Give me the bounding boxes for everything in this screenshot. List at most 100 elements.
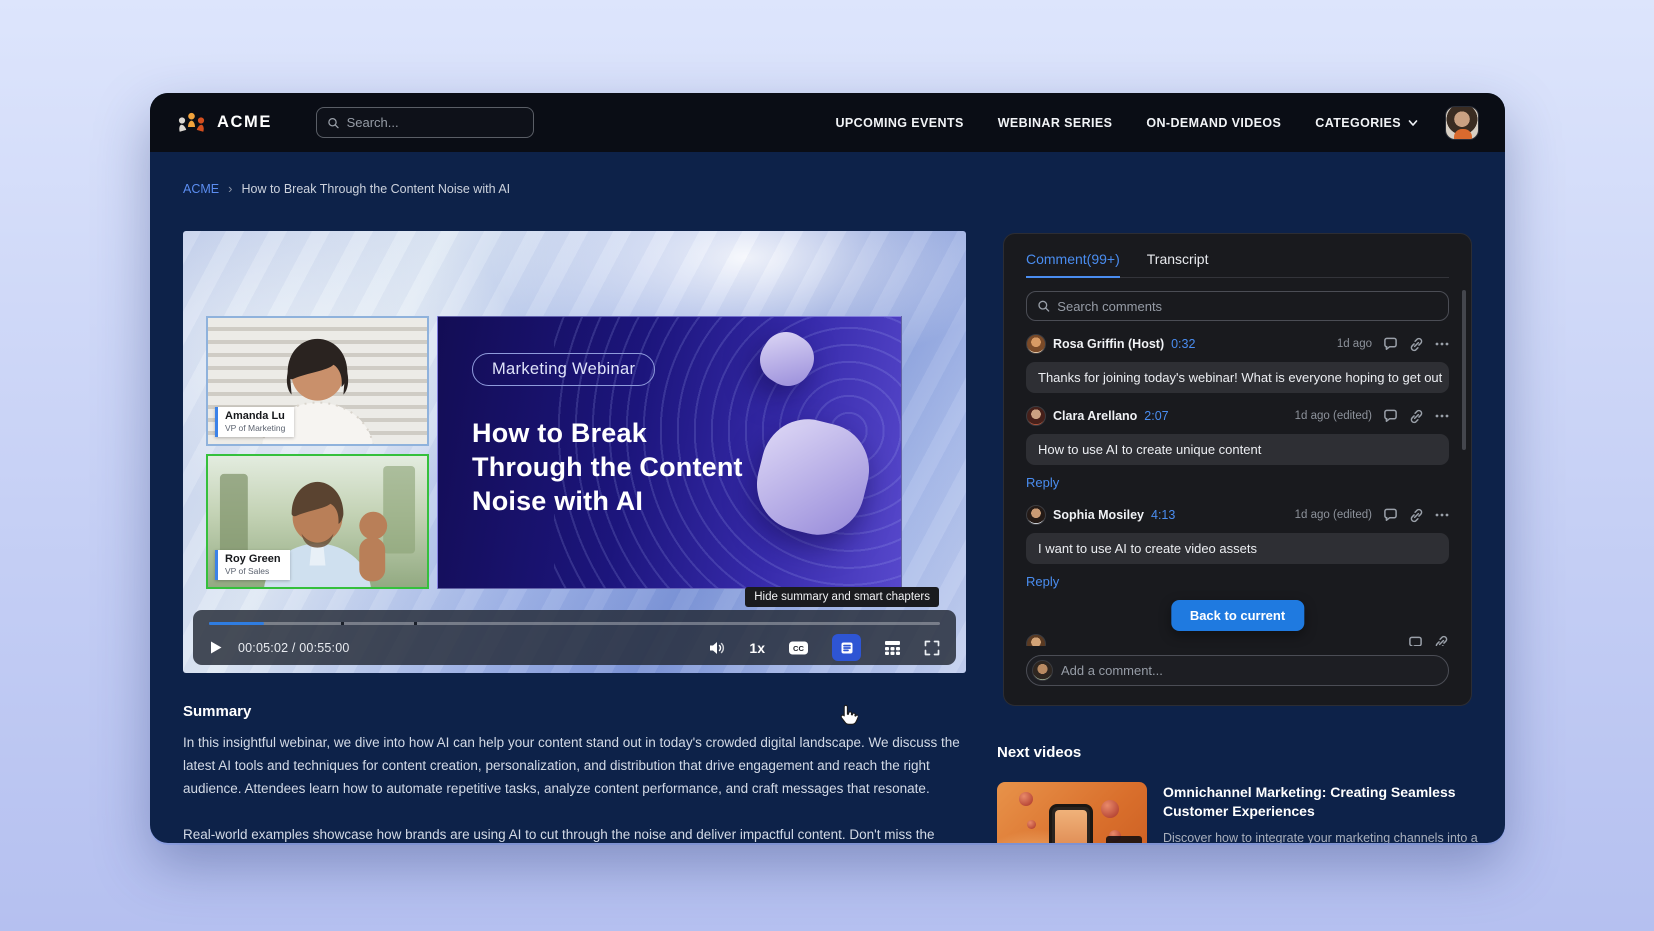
cc-label: CC bbox=[793, 644, 804, 653]
progress-bar[interactable] bbox=[209, 622, 940, 625]
speaker-nametag: Amanda Lu VP of Marketing bbox=[215, 407, 294, 437]
comments-search-input[interactable] bbox=[1057, 299, 1438, 314]
thumbnail-decoration bbox=[1019, 792, 1033, 806]
nav-link-on-demand-videos[interactable]: ON-DEMAND VIDEOS bbox=[1146, 116, 1281, 130]
content-area: ACME › How to Break Through the Content … bbox=[150, 152, 1505, 843]
breadcrumb: ACME › How to Break Through the Content … bbox=[183, 181, 510, 196]
summary-paragraph: Real-world examples showcase how brands … bbox=[183, 823, 983, 843]
grid-icon bbox=[884, 640, 901, 655]
back-to-current-button[interactable]: Back to current bbox=[1171, 600, 1304, 631]
comments-panel: Comment(99+) Transcript Rosa Griffin (Ho… bbox=[1003, 233, 1472, 706]
copy-link-icon bbox=[1434, 635, 1449, 646]
chapters-grid-button[interactable] bbox=[884, 640, 901, 655]
navbar-search[interactable] bbox=[316, 107, 534, 138]
navbar: ACME UPCOMING EVENTS WEBINAR SERIES ON-D… bbox=[150, 93, 1505, 152]
captions-button[interactable]: CC bbox=[788, 640, 809, 656]
comment-author: Sophia Mosiley bbox=[1053, 508, 1144, 522]
chapter-marker bbox=[414, 622, 417, 625]
comments-scrollbar[interactable] bbox=[1462, 290, 1466, 450]
comment-item: Clara Arellano 2:07 1d ago (edited) How … bbox=[1026, 406, 1449, 492]
player-tooltip: Hide summary and smart chapters bbox=[745, 587, 939, 607]
copy-link-icon[interactable] bbox=[1409, 508, 1424, 523]
avatar bbox=[1026, 406, 1046, 426]
speaker-name: Amanda Lu bbox=[225, 410, 285, 423]
avatar bbox=[1026, 634, 1046, 646]
comment-timestamp-link[interactable]: 2:07 bbox=[1144, 409, 1168, 423]
summary-paragraph: In this insightful webinar, we dive into… bbox=[183, 731, 983, 800]
comment-timestamp-link[interactable]: 4:13 bbox=[1151, 508, 1175, 522]
next-video-thumbnail[interactable] bbox=[997, 782, 1147, 843]
avatar bbox=[1026, 334, 1046, 354]
comment-composer[interactable] bbox=[1026, 655, 1449, 686]
panel-tabs: Comment(99+) Transcript bbox=[1026, 234, 1449, 278]
speaker-name: Roy Green bbox=[225, 553, 281, 566]
comment-timestamp-link[interactable]: 0:32 bbox=[1171, 337, 1195, 351]
player-controls: 00:05:02 / 00:55:00 1x bbox=[193, 610, 956, 665]
fullscreen-button[interactable] bbox=[924, 640, 940, 656]
comment-input[interactable] bbox=[1061, 663, 1436, 678]
comments-search[interactable] bbox=[1026, 291, 1449, 321]
speaker-role: VP of Sales bbox=[225, 566, 281, 576]
next-video-item[interactable]: Omnichannel Marketing: Creating Seamless… bbox=[997, 782, 1497, 843]
more-options-icon[interactable] bbox=[1435, 414, 1449, 418]
comment-item: Rosa Griffin (Host) 0:32 1d ago Thanks f… bbox=[1026, 334, 1449, 393]
avatar bbox=[1026, 505, 1046, 525]
reply-button[interactable]: Reply bbox=[1026, 475, 1059, 490]
page: ACME UPCOMING EVENTS WEBINAR SERIES ON-D… bbox=[0, 0, 1654, 931]
thumbnail-decoration bbox=[1101, 800, 1119, 818]
thumbnail-decoration bbox=[1027, 820, 1036, 829]
tab-transcript[interactable]: Transcript bbox=[1147, 251, 1209, 277]
more-options-icon[interactable] bbox=[1435, 342, 1449, 346]
comment-text: How to use AI to create unique content bbox=[1026, 434, 1449, 465]
volume-button[interactable] bbox=[708, 640, 726, 656]
avatar bbox=[1032, 660, 1053, 681]
reply-bubble-icon[interactable] bbox=[1383, 508, 1398, 522]
fullscreen-icon bbox=[924, 640, 940, 656]
chevron-down-icon bbox=[1407, 117, 1419, 129]
next-videos-section: Next videos Omnichannel Marketing: Creat… bbox=[997, 744, 1497, 843]
next-video-title[interactable]: Omnichannel Marketing: Creating Seamless… bbox=[1163, 783, 1485, 821]
search-icon bbox=[1037, 299, 1050, 313]
speaker-tile-amanda: Amanda Lu VP of Marketing bbox=[206, 316, 429, 446]
chapter-marker bbox=[341, 622, 344, 625]
app-window: ACME UPCOMING EVENTS WEBINAR SERIES ON-D… bbox=[150, 93, 1505, 843]
more-options-icon[interactable] bbox=[1435, 513, 1449, 517]
slide-title: How to Break Through the Content Noise w… bbox=[472, 417, 743, 518]
summary-panel-toggle-button[interactable] bbox=[832, 634, 861, 661]
speaker-tile-roy: Roy Green VP of Sales bbox=[206, 454, 429, 589]
acme-logo-icon bbox=[176, 111, 207, 134]
search-input[interactable] bbox=[347, 115, 523, 130]
slide-badge: Marketing Webinar bbox=[472, 353, 655, 386]
nav-link-upcoming-events[interactable]: UPCOMING EVENTS bbox=[835, 116, 963, 130]
summary-section: Summary In this insightful webinar, we d… bbox=[183, 703, 983, 843]
comment-text: I want to use AI to create video assets bbox=[1026, 533, 1449, 564]
search-icon bbox=[327, 116, 340, 130]
copy-link-icon[interactable] bbox=[1409, 409, 1424, 424]
brand[interactable]: ACME bbox=[176, 111, 272, 134]
user-avatar[interactable] bbox=[1445, 106, 1479, 140]
nav-link-webinar-series[interactable]: WEBINAR SERIES bbox=[998, 116, 1113, 130]
video-player[interactable]: Amanda Lu VP of Marketing bbox=[183, 231, 966, 673]
progress-fill bbox=[209, 622, 264, 625]
nav-link-categories[interactable]: CATEGORIES bbox=[1315, 116, 1419, 130]
reply-button[interactable]: Reply bbox=[1026, 574, 1059, 589]
summary-panel-icon bbox=[840, 641, 854, 655]
comment-age: 1d ago (edited) bbox=[1295, 509, 1372, 521]
slide-decoration bbox=[747, 410, 879, 545]
reply-bubble-icon[interactable] bbox=[1383, 337, 1398, 351]
reply-bubble-icon bbox=[1408, 636, 1423, 647]
playback-speed-button[interactable]: 1x bbox=[749, 640, 765, 656]
comment-text: Thanks for joining today's webinar! What… bbox=[1026, 362, 1449, 393]
play-button[interactable] bbox=[209, 640, 223, 655]
copy-link-icon[interactable] bbox=[1409, 337, 1424, 352]
brand-name: ACME bbox=[217, 113, 272, 132]
reply-bubble-icon[interactable] bbox=[1383, 409, 1398, 423]
breadcrumb-chevron-icon: › bbox=[228, 181, 232, 196]
speaker-role: VP of Marketing bbox=[225, 423, 285, 433]
next-videos-heading: Next videos bbox=[997, 744, 1497, 761]
breadcrumb-home-link[interactable]: ACME bbox=[183, 182, 219, 196]
video-duration-badge bbox=[1106, 836, 1142, 843]
next-video-description: Discover how to integrate your marketing… bbox=[1163, 830, 1497, 843]
comment-item: Sophia Mosiley 4:13 1d ago (edited) I wa… bbox=[1026, 505, 1449, 591]
tab-comments[interactable]: Comment(99+) bbox=[1026, 251, 1120, 278]
